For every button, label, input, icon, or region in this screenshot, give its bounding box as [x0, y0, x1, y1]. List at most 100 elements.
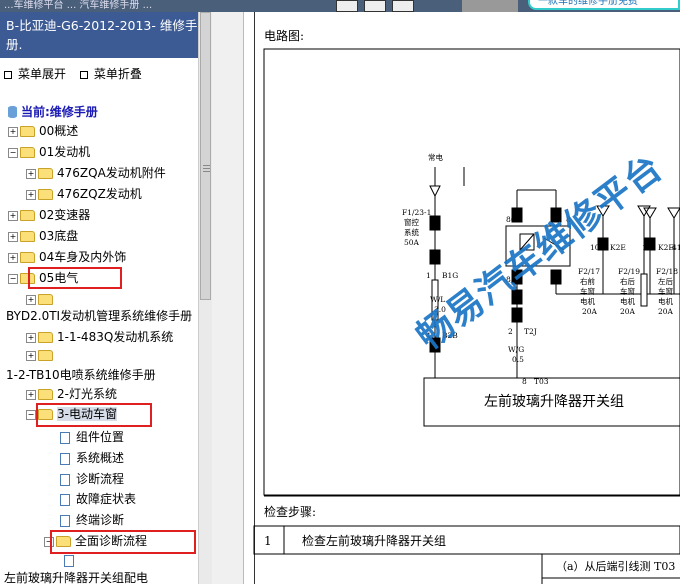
- diagram-title: 电路图:: [264, 28, 304, 43]
- window-title: ...车维修平台 ... 汽车维修手册 ...: [4, 0, 153, 11]
- toolbar-icon-mid[interactable]: [364, 0, 386, 12]
- check-steps-label: 检查步骤:: [264, 504, 316, 519]
- document-icon: [60, 431, 70, 444]
- tree-node-01[interactable]: −01发动机: [8, 142, 90, 162]
- svg-text:电机: 电机: [658, 296, 673, 306]
- manual-title: B-比亚迪-G6-2012-2013- 维修手册.: [0, 12, 198, 58]
- tree-node-01a[interactable]: +476ZQA发动机附件: [26, 163, 166, 183]
- tree-node-00[interactable]: +00概述: [8, 121, 78, 141]
- folder-icon: [20, 252, 35, 263]
- expand-plus-icon[interactable]: +: [26, 332, 36, 343]
- expand-plus-icon[interactable]: +: [26, 389, 36, 400]
- database-icon: [8, 106, 17, 118]
- tree-node-byd[interactable]: BYD2.0TI发动机管理系统维修手册: [6, 306, 192, 326]
- scrollbar-thumb[interactable]: [200, 12, 211, 300]
- svg-text:11: 11: [642, 243, 652, 252]
- tree-node-ems[interactable]: +1-1-483Q发动机系统: [26, 327, 173, 347]
- pane-divider[interactable]: [212, 12, 244, 584]
- highlight-box-window: [36, 403, 152, 427]
- document-icon: [60, 452, 70, 465]
- expand-plus-icon[interactable]: +: [8, 252, 18, 263]
- step-text: 检查左前玻璃升降器开关组: [302, 533, 446, 548]
- tree-node-light[interactable]: +2-灯光系统: [26, 384, 117, 404]
- document-icon: [60, 493, 70, 506]
- svg-text:20A: 20A: [620, 307, 636, 316]
- tree-node-02[interactable]: +02变速器: [8, 205, 90, 225]
- folder-icon: [20, 231, 35, 242]
- svg-text:右前: 右前: [580, 276, 595, 286]
- tree-leaf-c2[interactable]: 系统概述: [60, 448, 124, 468]
- menu-expand-button[interactable]: 菜单展开: [18, 67, 66, 81]
- collapse-minus-icon[interactable]: −: [26, 409, 36, 420]
- svg-text:车窗: 车窗: [658, 286, 673, 296]
- svg-text:41: 41: [672, 243, 680, 252]
- tree-node-05-child2[interactable]: +: [26, 345, 57, 365]
- svg-text:常电: 常电: [428, 152, 443, 162]
- expand-plus-icon[interactable]: +: [26, 294, 36, 305]
- collapse-icon: [79, 70, 88, 79]
- svg-text:1: 1: [426, 271, 431, 280]
- folder-icon: [38, 294, 53, 305]
- power-triangle-icon: [667, 207, 680, 219]
- svg-text:车窗: 车窗: [620, 286, 635, 296]
- svg-text:F2/19: F2/19: [618, 267, 640, 276]
- window-titlebar: ...车维修平台 ... 汽车维修手册 ... 一款车的维修手册免费: [0, 0, 680, 12]
- svg-text:8: 8: [522, 377, 527, 386]
- svg-text:10: 10: [590, 243, 600, 252]
- svg-text:车窗: 车窗: [580, 286, 595, 296]
- svg-text:右后: 右后: [620, 276, 635, 286]
- folder-icon: [20, 126, 35, 137]
- expand-plus-icon[interactable]: +: [26, 350, 36, 361]
- manual-page: 电路图: 常电 F1/23-1 窗控 系统 50A 1 B1G W/L 3.0 …: [244, 12, 680, 584]
- tree-leaf-c4[interactable]: 故障症状表: [60, 489, 136, 509]
- tree-node-bottom[interactable]: 左前玻璃升降器开关组配电: [4, 568, 148, 584]
- folder-icon: [38, 332, 53, 343]
- svg-text:F2/17: F2/17: [578, 267, 600, 276]
- tree-node-04[interactable]: +04车身及内外饰: [8, 247, 126, 267]
- expand-plus-icon[interactable]: +: [8, 231, 18, 242]
- sidebar: B-比亚迪-G6-2012-2013- 维修手册. 菜单展开 菜单折叠 当前:维…: [0, 12, 212, 584]
- svg-text:K2E: K2E: [610, 243, 626, 252]
- promo-banner[interactable]: 一款车的维修手册免费: [528, 0, 680, 10]
- svg-text:50A: 50A: [404, 238, 420, 247]
- svg-text:W/G: W/G: [508, 345, 524, 354]
- menu-toolbar: 菜单展开 菜单折叠: [4, 65, 152, 82]
- expand-plus-icon[interactable]: +: [26, 168, 36, 179]
- expand-icon: [4, 70, 12, 79]
- tree-leaf-c3[interactable]: 诊断流程: [60, 469, 124, 489]
- folder-icon: [20, 147, 35, 158]
- folder-icon: [38, 389, 53, 400]
- document-icon: [64, 554, 74, 567]
- svg-text:F2/18: F2/18: [656, 267, 678, 276]
- svg-text:20A: 20A: [658, 307, 674, 316]
- tree-leaf-c1[interactable]: 组件位置: [60, 427, 124, 447]
- tree-leaf-c6-child[interactable]: [64, 550, 80, 570]
- tree-node-01b[interactable]: +476ZQZ发动机: [26, 184, 142, 204]
- expand-plus-icon[interactable]: +: [8, 210, 18, 221]
- grip-icon: [203, 165, 210, 166]
- car-image-icon: [462, 0, 518, 12]
- expand-plus-icon[interactable]: +: [8, 126, 18, 137]
- folder-icon: [38, 168, 53, 179]
- svg-text:F1/23-1: F1/23-1: [402, 208, 431, 217]
- tree-node-tb10[interactable]: 1-2-TB10电喷系统维修手册: [6, 365, 156, 385]
- toolbar-icon-left[interactable]: [336, 0, 358, 12]
- svg-text:0.5: 0.5: [512, 355, 524, 364]
- svg-text:左后: 左后: [658, 276, 673, 286]
- tree-leaf-c5[interactable]: 终端诊断: [60, 510, 124, 530]
- toolbar-icon-right[interactable]: [392, 0, 414, 12]
- expand-plus-icon[interactable]: +: [26, 189, 36, 200]
- svg-text:86: 86: [506, 215, 516, 224]
- highlight-box-05: [28, 267, 122, 289]
- sidebar-scrollbar[interactable]: [198, 12, 212, 584]
- tree-node-03[interactable]: +03底盘: [8, 226, 78, 246]
- steps-table: 1 检查左前玻璃升降器开关组 （a）从后端引线测 T03: [253, 525, 680, 584]
- svg-text:电机: 电机: [580, 296, 595, 306]
- menu-collapse-button[interactable]: 菜单折叠: [94, 67, 142, 81]
- svg-text:窗控: 窗控: [404, 217, 419, 227]
- collapse-minus-icon[interactable]: −: [8, 147, 18, 158]
- document-icon: [60, 514, 70, 527]
- svg-text:T2J: T2J: [524, 327, 537, 336]
- collapse-minus-icon[interactable]: −: [8, 273, 18, 284]
- svg-text:T03: T03: [534, 377, 549, 386]
